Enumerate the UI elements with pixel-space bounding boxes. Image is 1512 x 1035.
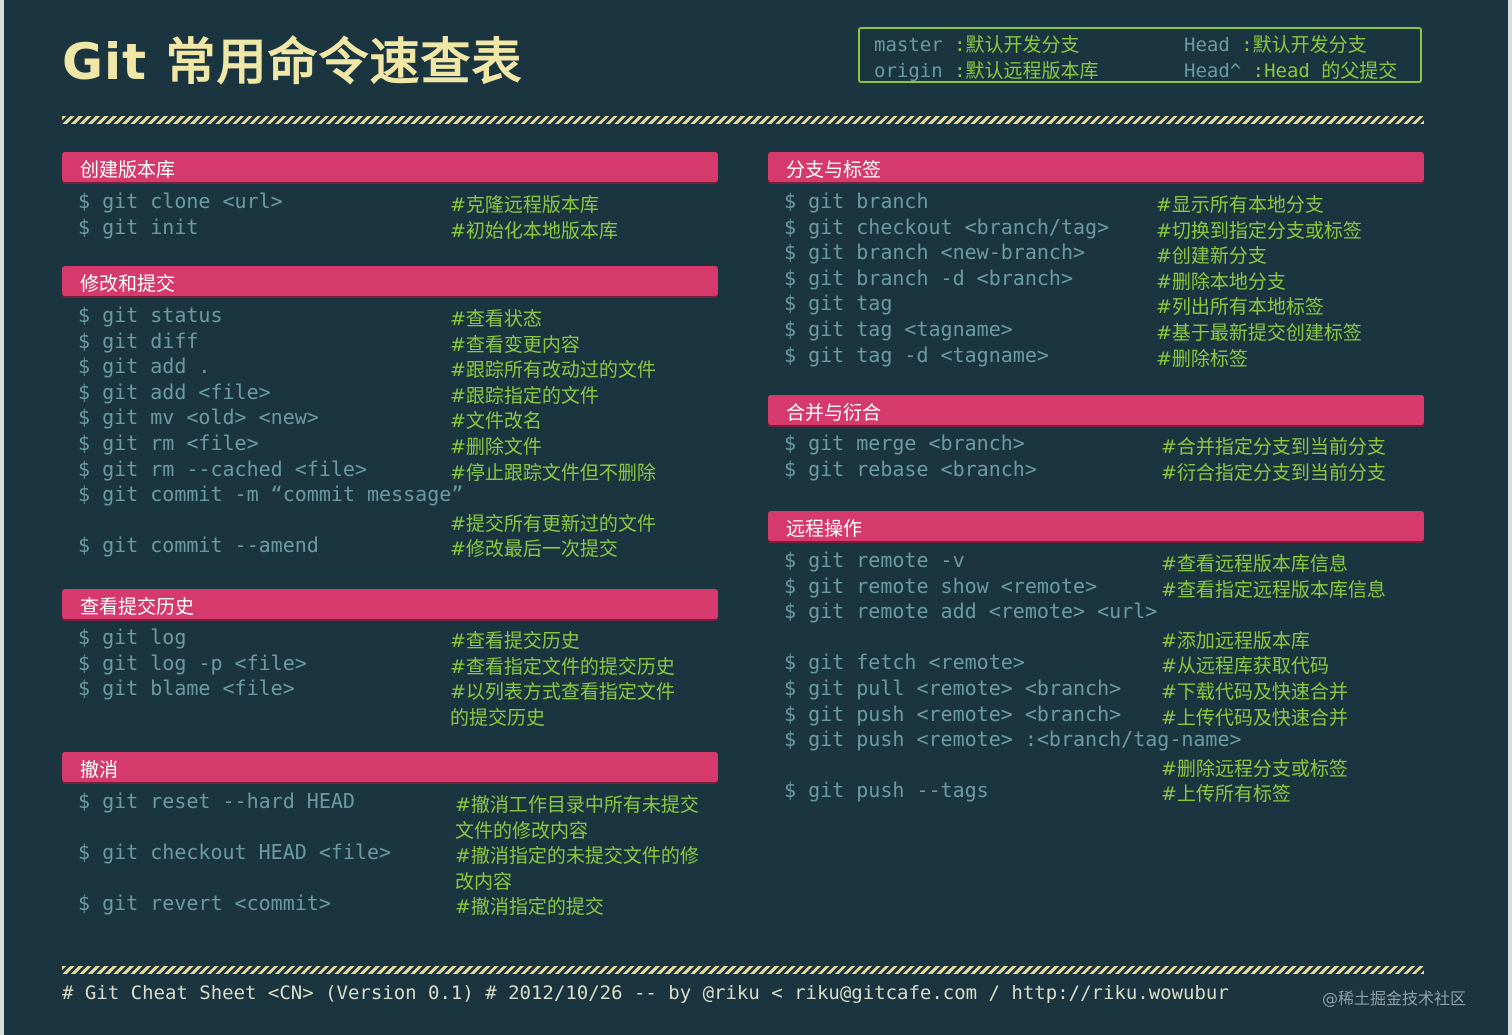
command-text: $ git checkout <branch/tag> xyxy=(784,215,1110,239)
legend-head: Head :默认开发分支 xyxy=(1184,34,1367,56)
command-comment: #显示所有本地分支 xyxy=(1156,194,1324,216)
command-text: $ git pull <remote> <branch> xyxy=(784,676,1122,700)
command-comment: #查看指定文件的提交历史 xyxy=(450,656,675,678)
command-comment: #从远程库获取代码 xyxy=(1161,655,1329,677)
command-text: $ git tag -d <tagname> xyxy=(784,343,1049,367)
command-comment: #查看状态 xyxy=(450,308,542,330)
section-title: 修改和提交 xyxy=(80,273,176,295)
command-text: $ git diff xyxy=(78,329,199,353)
command-text: $ git merge <branch> xyxy=(784,431,1025,455)
command-comment: 改内容 xyxy=(455,871,513,893)
command-comment: #上传所有标签 xyxy=(1161,783,1291,805)
command-comment: #修改最后一次提交 xyxy=(450,538,618,560)
command-comment: #列出所有本地标签 xyxy=(1156,296,1324,318)
command-text: $ git branch <new-branch> xyxy=(784,240,1086,264)
command-text: $ git add <file> xyxy=(78,380,271,404)
section-title: 查看提交历史 xyxy=(80,596,195,618)
command-text: $ git tag <tagname> xyxy=(784,317,1013,341)
right-frame-border xyxy=(1508,0,1512,1035)
command-text: $ git commit -m “commit message” xyxy=(78,482,464,506)
command-comment: #以列表方式查看指定文件 xyxy=(450,681,675,703)
command-text: $ git status xyxy=(78,303,223,327)
command-text: $ git blame <file> xyxy=(78,676,295,700)
command-text: $ git remote -v xyxy=(784,548,965,572)
command-text: $ git rebase <branch> xyxy=(784,457,1037,481)
command-comment: #跟踪所有改动过的文件 xyxy=(450,359,656,381)
section-title: 撤消 xyxy=(80,759,119,781)
command-comment: #初始化本地版本库 xyxy=(450,220,618,242)
section-header-modify: 修改和提交 xyxy=(62,266,718,296)
section-title: 创建版本库 xyxy=(80,159,176,181)
top-divider xyxy=(62,116,1424,124)
command-text: $ git push --tags xyxy=(784,778,989,802)
legend-head-parent: Head^ :Head 的父提交 xyxy=(1184,60,1398,82)
command-text: $ git push <remote> :<branch/tag-name> xyxy=(784,727,1242,751)
command-comment: #切换到指定分支或标签 xyxy=(1156,220,1362,242)
command-text: $ git revert <commit> xyxy=(78,891,331,915)
command-text: $ git fetch <remote> xyxy=(784,650,1025,674)
command-text: $ git mv <old> <new> xyxy=(78,405,319,429)
command-text: $ git branch -d <branch> xyxy=(784,266,1073,290)
command-comment: #删除本地分支 xyxy=(1156,271,1286,293)
command-comment: 文件的修改内容 xyxy=(455,820,589,842)
section-header-remote: 远程操作 xyxy=(768,511,1424,541)
left-frame-border xyxy=(0,0,4,1035)
section-title: 合并与衍合 xyxy=(786,402,882,424)
section-header-create: 创建版本库 xyxy=(62,152,718,182)
command-comment: #合并指定分支到当前分支 xyxy=(1161,436,1386,458)
command-comment: #文件改名 xyxy=(450,410,542,432)
command-text: $ git branch xyxy=(784,189,929,213)
command-comment: #删除远程分支或标签 xyxy=(1161,758,1348,780)
command-comment: #基于最新提交创建标签 xyxy=(1156,322,1362,344)
section-header-branch: 分支与标签 xyxy=(768,152,1424,182)
footer-text: # Git Cheat Sheet <CN> (Version 0.1) # 2… xyxy=(62,982,1229,1004)
bottom-divider xyxy=(62,966,1424,974)
command-comment: 的提交历史 xyxy=(450,707,546,729)
command-text: $ git remote show <remote> xyxy=(784,574,1098,598)
command-text: $ git log xyxy=(78,625,187,649)
command-text: $ git add . xyxy=(78,354,211,378)
command-text: $ git push <remote> <branch> xyxy=(784,702,1122,726)
legend-origin: origin :默认远程版本库 xyxy=(874,60,1099,82)
command-comment: #查看变更内容 xyxy=(450,334,580,356)
command-comment: #撤消指定的提交 xyxy=(455,896,604,918)
section-title: 分支与标签 xyxy=(786,159,882,181)
command-comment: #创建新分支 xyxy=(1156,245,1267,267)
command-comment: #克隆远程版本库 xyxy=(450,194,599,216)
command-comment: #跟踪指定的文件 xyxy=(450,385,599,407)
legend-master: master :默认开发分支 xyxy=(874,34,1080,56)
command-comment: #上传代码及快速合并 xyxy=(1161,707,1348,729)
watermark: @稀土掘金技术社区 xyxy=(1322,989,1467,1008)
command-comment: #衍合指定分支到当前分支 xyxy=(1161,462,1386,484)
page-title: Git 常用命令速查表 xyxy=(62,33,523,91)
command-comment: #查看指定远程版本库信息 xyxy=(1161,579,1386,601)
section-header-undo: 撤消 xyxy=(62,752,718,782)
legend-box: master :默认开发分支 origin :默认远程版本库 Head :默认开… xyxy=(858,27,1422,83)
command-text: $ git commit --amend xyxy=(78,533,319,557)
command-comment: #提交所有更新过的文件 xyxy=(450,513,656,535)
command-comment: #撤消指定的未提交文件的修 xyxy=(455,845,699,867)
section-title: 远程操作 xyxy=(786,518,863,540)
command-text: $ git clone <url> xyxy=(78,189,283,213)
command-comment: #停止跟踪文件但不删除 xyxy=(450,462,656,484)
command-text: $ git tag xyxy=(784,291,893,315)
command-text: $ git log -p <file> xyxy=(78,651,307,675)
command-text: $ git reset --hard HEAD xyxy=(78,789,355,813)
section-header-merge: 合并与衍合 xyxy=(768,395,1424,425)
command-text: $ git rm --cached <file> xyxy=(78,457,367,481)
command-comment: #下载代码及快速合并 xyxy=(1161,681,1348,703)
command-text: $ git rm <file> xyxy=(78,431,259,455)
command-text: $ git init xyxy=(78,215,199,239)
command-comment: #添加远程版本库 xyxy=(1161,630,1310,652)
command-text: $ git checkout HEAD <file> xyxy=(78,840,392,864)
command-comment: #查看提交历史 xyxy=(450,630,580,652)
command-comment: #删除标签 xyxy=(1156,348,1248,370)
section-header-history: 查看提交历史 xyxy=(62,589,718,619)
command-comment: #撤消工作目录中所有未提交 xyxy=(455,794,699,816)
command-text: $ git remote add <remote> <url> xyxy=(784,599,1158,623)
command-comment: #删除文件 xyxy=(450,436,542,458)
command-comment: #查看远程版本库信息 xyxy=(1161,553,1348,575)
